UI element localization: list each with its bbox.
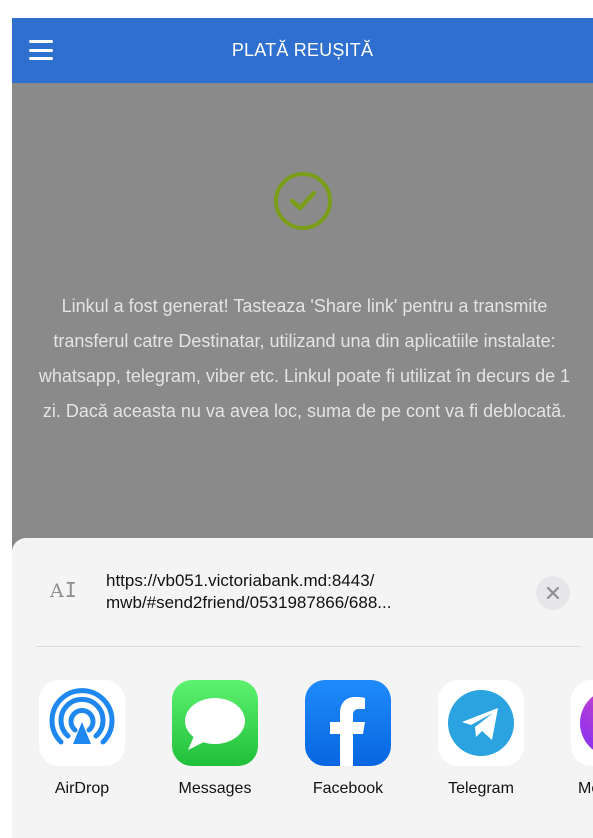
share-app-messages[interactable]: Messages <box>159 680 269 810</box>
screen: PLATĂ REUȘITĂ Linkul a fost generat! Tas… <box>0 0 593 838</box>
status-message: Linkul a fost generat! Tasteaza 'Share l… <box>38 296 571 421</box>
share-app-label: AirDrop <box>54 780 110 797</box>
shared-url-line-2: mwb/#send2friend/0531987866/688... <box>106 593 392 612</box>
share-app-airdrop[interactable]: AirDrop <box>26 680 136 810</box>
share-apps-row: AirDrop Messages Facebook Telegram M <box>12 680 593 820</box>
close-share-sheet-button[interactable] <box>536 576 570 610</box>
payment-success-content: Linkul a fost generat! Tasteaza 'Share l… <box>12 83 593 583</box>
shared-link-preview[interactable]: AI https://vb051.victoriabank.md:8443/ m… <box>36 562 576 626</box>
share-app-label: Telegram <box>448 780 514 797</box>
facebook-icon <box>305 680 391 766</box>
share-app-label: Facebook <box>312 780 384 797</box>
share-app-telegram[interactable]: Telegram <box>425 680 535 810</box>
share-app-messenger[interactable]: Me <box>558 680 593 810</box>
messenger-icon <box>571 680 593 766</box>
page-title: PLATĂ REUȘITĂ <box>231 40 374 60</box>
share-sheet: AI https://vb051.victoriabank.md:8443/ m… <box>12 538 593 838</box>
messages-icon <box>172 680 258 766</box>
check-circle-icon <box>274 172 332 230</box>
share-app-label: Messages <box>178 780 252 797</box>
divider <box>36 646 581 647</box>
share-app-facebook[interactable]: Facebook <box>292 680 402 810</box>
text-format-icon: AI <box>50 578 78 602</box>
close-icon <box>546 586 560 600</box>
shared-url-line-1: https://vb051.victoriabank.md:8443/ <box>106 571 375 590</box>
telegram-icon <box>438 680 524 766</box>
top-bar: PLATĂ REUȘITĂ <box>12 18 593 83</box>
share-app-label: Me <box>578 780 593 797</box>
shared-url: https://vb051.victoriabank.md:8443/ mwb/… <box>106 570 516 614</box>
hamburger-menu-icon[interactable] <box>29 40 53 60</box>
airdrop-icon <box>39 680 125 766</box>
